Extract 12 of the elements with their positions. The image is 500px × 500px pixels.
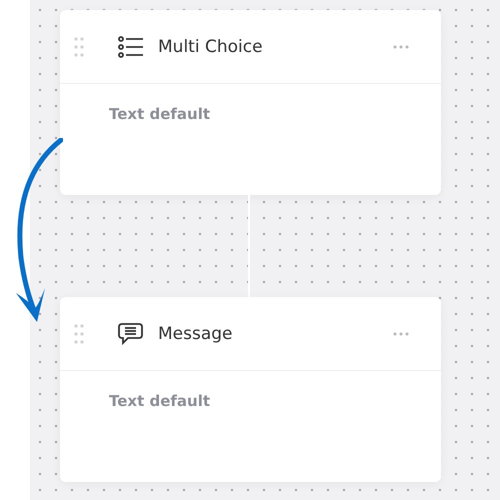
node-text: Text default [109, 105, 210, 123]
chat-bubble-icon [118, 322, 144, 344]
node-card[interactable]: Multi Choice Text default [60, 10, 441, 195]
drag-handle-icon[interactable] [74, 324, 86, 344]
node-card[interactable]: Message Text default [60, 297, 441, 482]
node-text: Text default [109, 392, 210, 410]
more-options-icon[interactable] [393, 332, 409, 336]
node-title: Message [158, 324, 234, 344]
drag-handle-icon[interactable] [74, 36, 86, 56]
more-options-icon[interactable] [393, 44, 409, 48]
list-icon [118, 36, 144, 58]
node-title: Multi Choice [158, 36, 264, 56]
